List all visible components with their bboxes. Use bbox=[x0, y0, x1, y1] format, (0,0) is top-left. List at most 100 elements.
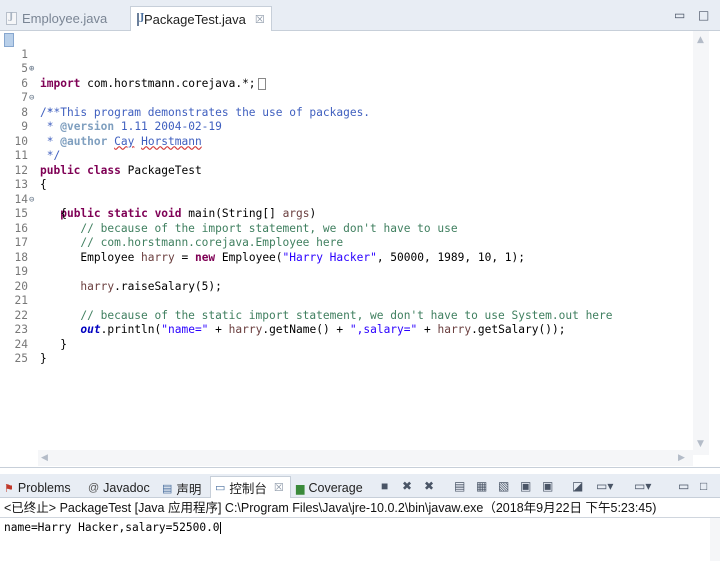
string-literal: ",salary=" bbox=[349, 323, 418, 337]
remove-all-icon[interactable]: ✖ bbox=[424, 479, 434, 493]
maximize-icon[interactable]: □ bbox=[698, 8, 709, 22]
spelling-warning: Horstmann bbox=[141, 134, 202, 148]
code-line: 15 // because of the import statement, w… bbox=[0, 193, 458, 235]
open-console-icon[interactable]: ▭▾ bbox=[634, 479, 651, 493]
code-line: 8 * @version 1.11 2004-02-19 bbox=[0, 91, 222, 134]
code-text: } bbox=[40, 337, 67, 351]
javadoc-icon: @ bbox=[88, 482, 100, 494]
tab-label: Coverage bbox=[308, 481, 363, 495]
minimize-icon[interactable]: ▭ bbox=[674, 8, 685, 22]
scroll-right-icon[interactable]: ▶ bbox=[678, 453, 685, 463]
tab-console[interactable]: ▭ 控制台 ☒ bbox=[210, 476, 291, 498]
code-line: 11 public class PackageTest bbox=[0, 135, 202, 177]
string-literal: "Harry Hacker" bbox=[282, 250, 377, 264]
code-line: 19 harry.raiseSalary(5); bbox=[0, 251, 222, 293]
code-line: 16 // com.horstmann.corejava.Employee he… bbox=[0, 207, 344, 250]
doc-comment: * bbox=[40, 120, 61, 134]
doc-comment: * This program demonstrates the use of p… bbox=[40, 105, 371, 119]
code-text: { bbox=[40, 178, 47, 192]
word-wrap-icon[interactable]: ▧ bbox=[498, 479, 509, 493]
remove-launch-icon[interactable]: ✖ bbox=[402, 479, 412, 493]
tab-javadoc[interactable]: @ Javadoc bbox=[88, 479, 150, 497]
vertical-scrollbar[interactable]: ▲ ▼ bbox=[693, 31, 709, 455]
code-line: 13 ⊖ public static void main(String[] ar… bbox=[0, 164, 317, 220]
keyword: void bbox=[154, 207, 182, 221]
keyword: class bbox=[87, 163, 121, 177]
code-text: PackageTest bbox=[120, 163, 202, 177]
close-icon[interactable]: ☒ bbox=[255, 13, 265, 26]
code-text: com.horstmann.corejava.*; bbox=[80, 76, 256, 90]
string-literal: "name=" bbox=[161, 323, 209, 337]
line-number: 25 bbox=[14, 352, 28, 366]
code-text: Employee( bbox=[215, 250, 283, 264]
local-variable: harry bbox=[141, 250, 175, 264]
display-console-icon[interactable]: ▭▾ bbox=[596, 479, 613, 493]
code-line: 9 * @author Cay Horstmann bbox=[0, 106, 201, 148]
tab-label: Javadoc bbox=[103, 481, 150, 495]
code-line: 18 bbox=[0, 236, 28, 264]
fold-expand-icon[interactable]: ⊕ bbox=[29, 62, 38, 77]
collapsed-imports-icon[interactable] bbox=[257, 77, 266, 90]
scroll-lock-icon[interactable]: ▦ bbox=[476, 479, 487, 493]
code-line: 1 ⊕ import com.horstmann.corejava.*; bbox=[0, 33, 266, 90]
fold-collapse-icon[interactable]: ⊖ bbox=[29, 91, 38, 106]
java-file-icon: J bbox=[137, 12, 144, 26]
tab-problems[interactable]: ⚑ Problems bbox=[4, 479, 71, 497]
doc-tag: @version bbox=[60, 120, 115, 134]
code-text: Employee bbox=[80, 250, 142, 264]
tab-label: 控制台 bbox=[229, 482, 267, 496]
scroll-up-icon[interactable]: ▲ bbox=[697, 35, 704, 45]
code-line: 17 Employee harry = new Employee("Harry … bbox=[0, 222, 526, 264]
code-text: + bbox=[417, 323, 438, 337]
coverage-icon: ▆ bbox=[296, 482, 305, 495]
doc-comment: 1.11 2004-02-19 bbox=[114, 120, 222, 134]
code-text: ) bbox=[309, 207, 317, 221]
code-text: .getSalary()); bbox=[471, 323, 566, 337]
code-text: .raiseSalary(5); bbox=[114, 279, 222, 293]
line-comment: // com.horstmann.corejava.Employee here bbox=[40, 236, 344, 250]
maximize-icon[interactable]: □ bbox=[700, 479, 707, 493]
tab-label: 声明 bbox=[176, 482, 202, 497]
code-line: 7 * This program demonstrates the use of… bbox=[0, 77, 370, 119]
tab-coverage[interactable]: ▆ Coverage bbox=[296, 479, 363, 497]
editor-tab-bar: J Employee.java J PackageTest.java ☒ ▭ □ bbox=[0, 0, 720, 31]
line-comment: // because of the import statement, we d… bbox=[40, 221, 458, 235]
clear-console-icon[interactable]: ▤ bbox=[454, 479, 465, 493]
horizontal-scrollbar[interactable]: ◀ ▶ bbox=[38, 450, 693, 466]
text-cursor bbox=[219, 522, 221, 534]
code-line: 6 ⊖ /** bbox=[0, 62, 60, 119]
close-icon[interactable]: ☒ bbox=[274, 481, 284, 494]
show-on-stdout-icon[interactable]: ▣ bbox=[520, 479, 531, 493]
doc-tag: @author bbox=[60, 134, 108, 148]
fold-collapse-icon[interactable]: ⊖ bbox=[29, 193, 38, 208]
local-variable: harry bbox=[228, 323, 263, 337]
code-text: .println( bbox=[100, 323, 162, 337]
tab-declaration[interactable]: ▤ 声明 bbox=[162, 479, 201, 497]
scroll-down-icon[interactable]: ▼ bbox=[697, 439, 704, 449]
tab-packagetest-java[interactable]: J PackageTest.java ☒ bbox=[130, 6, 272, 31]
code-line: 24 } bbox=[0, 323, 47, 366]
terminate-icon[interactable]: ■ bbox=[381, 479, 388, 493]
code-text: { bbox=[40, 207, 67, 221]
keyword: import bbox=[40, 76, 81, 90]
code-text: .getName() + bbox=[262, 323, 350, 337]
tab-employee-java[interactable]: J Employee.java bbox=[0, 6, 128, 31]
tab-label: PackageTest.java bbox=[144, 11, 246, 27]
scroll-left-icon[interactable]: ◀ bbox=[41, 453, 48, 463]
code-text: = bbox=[174, 250, 195, 264]
spelling-warning: Cay bbox=[114, 134, 135, 148]
parameter: args bbox=[282, 207, 310, 221]
console-output[interactable]: name=Harry Hacker,salary=52500.0 bbox=[0, 518, 710, 561]
console-scrollbar[interactable] bbox=[710, 518, 720, 561]
local-variable: harry bbox=[437, 323, 472, 337]
console-output-text: name=Harry Hacker,salary=52500.0 bbox=[4, 521, 220, 534]
local-variable: harry bbox=[80, 279, 115, 293]
code-editor[interactable]: 1 ⊕ import com.horstmann.corejava.*; 5 6… bbox=[0, 31, 720, 468]
show-on-stderr-icon[interactable]: ▣ bbox=[542, 479, 553, 493]
minimize-icon[interactable]: ▭ bbox=[678, 479, 689, 493]
pin-console-icon[interactable]: ◪ bbox=[572, 479, 583, 493]
console-launch-info: <已终止> PackageTest [Java 应用程序] C:\Program… bbox=[0, 499, 720, 518]
